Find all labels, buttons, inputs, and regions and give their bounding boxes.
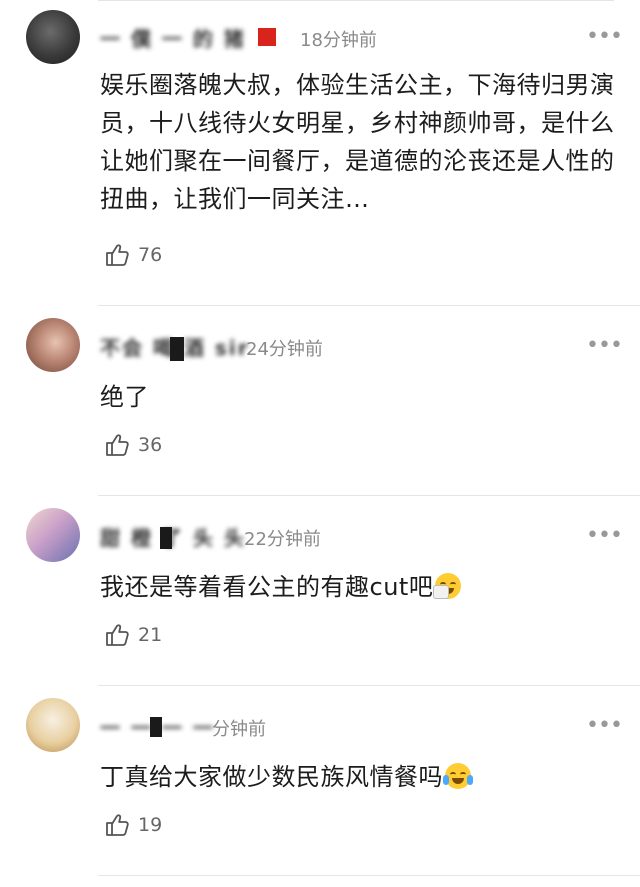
comment-text: 娱乐圈落魄大叔，体验生活公主，下海待归男演员，十八线待火女明星，乡村神颜帅哥，是…	[100, 71, 615, 213]
tears-of-joy-face-icon	[443, 763, 473, 789]
thumbs-up-icon	[106, 814, 129, 836]
timestamp: 18分钟前	[300, 30, 377, 51]
comment-text-body: 丁真给大家做少数民族风情餐吗	[100, 763, 443, 791]
divider	[98, 495, 640, 496]
like-count: 21	[138, 624, 163, 646]
more-icon[interactable]: •••	[586, 715, 623, 737]
timestamp: 24分钟前	[246, 339, 323, 360]
censor-mark	[160, 527, 172, 549]
comment-text: 丁真给大家做少数民族风情餐吗	[100, 758, 620, 796]
like-count: 19	[138, 814, 163, 836]
thumbs-up-icon	[106, 624, 129, 646]
like-count: 36	[138, 434, 163, 456]
sneezing-face-icon	[433, 573, 462, 599]
censor-mark	[170, 337, 184, 361]
like-button[interactable]: 36	[104, 432, 162, 458]
more-icon[interactable]: •••	[586, 525, 623, 547]
divider	[98, 305, 640, 306]
username[interactable]: 一 僕 一 的 猪	[100, 24, 246, 51]
divider	[98, 685, 640, 686]
divider	[98, 875, 640, 876]
like-button[interactable]: 21	[104, 622, 162, 648]
thumbs-up-icon	[106, 434, 129, 456]
censor-mark	[150, 717, 162, 737]
more-icon[interactable]: •••	[586, 26, 623, 48]
more-icon[interactable]: •••	[586, 335, 623, 357]
avatar[interactable]	[26, 698, 80, 752]
comment-text-body: 我还是等着看公主的有趣cut吧	[100, 573, 434, 601]
comment-text: 我还是等着看公主的有趣cut吧	[100, 568, 620, 606]
like-count: 76	[138, 244, 163, 266]
censor-mark	[258, 28, 276, 46]
top-divider	[98, 0, 614, 1]
comment-text: 绝了	[100, 383, 149, 411]
like-button[interactable]: 19	[104, 812, 162, 838]
avatar[interactable]	[26, 508, 80, 562]
username[interactable]: 甜 橙 了 头 头	[100, 523, 246, 550]
timestamp: 分钟前	[212, 719, 266, 740]
avatar[interactable]	[26, 318, 80, 372]
thumbs-up-icon	[106, 244, 129, 266]
avatar[interactable]	[26, 10, 80, 64]
like-button[interactable]: 76	[104, 242, 162, 268]
timestamp: 22分钟前	[244, 529, 321, 550]
